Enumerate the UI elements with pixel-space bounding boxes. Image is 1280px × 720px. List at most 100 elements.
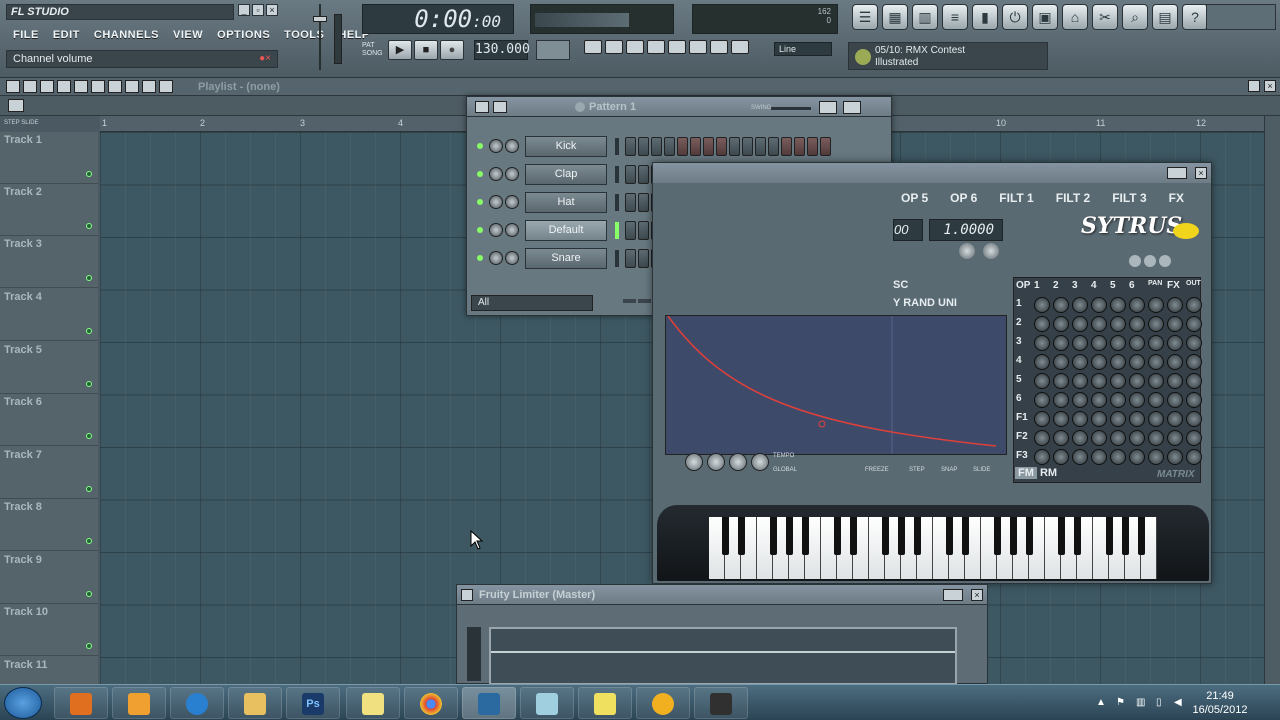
draw-tool-icon[interactable] [6, 80, 20, 93]
sequencer-menu-icon[interactable] [493, 101, 507, 113]
matrix-knob[interactable] [1091, 392, 1107, 408]
plugin-nav-arrows[interactable] [943, 589, 963, 601]
step-button[interactable] [638, 249, 649, 268]
track-header[interactable]: Track 9 [0, 552, 98, 604]
matrix-knob[interactable] [1148, 297, 1164, 313]
envelope-editor[interactable] [665, 315, 1007, 455]
taskbar-sticky-notes[interactable] [578, 687, 632, 719]
channel-volume-knob[interactable] [505, 139, 519, 153]
taskbar-photoshop[interactable]: Ps [286, 687, 340, 719]
step-button[interactable] [625, 165, 636, 184]
plugin-nav-arrows[interactable] [1167, 167, 1187, 179]
matrix-knob[interactable] [1148, 430, 1164, 446]
matrix-knob[interactable] [1034, 392, 1050, 408]
volume-knob[interactable] [959, 243, 975, 259]
matrix-knob[interactable] [1072, 297, 1088, 313]
matrix-knob[interactable] [1072, 430, 1088, 446]
matrix-knob[interactable] [1110, 430, 1126, 446]
black-key[interactable] [913, 517, 921, 555]
black-key[interactable] [721, 517, 729, 555]
matrix-knob[interactable] [1072, 392, 1088, 408]
matrix-knob[interactable] [1091, 335, 1107, 351]
system-clock[interactable]: 21:49 16/05/2012 [1190, 689, 1250, 717]
matrix-knob[interactable] [1034, 354, 1050, 370]
slide-toggle[interactable]: SLIDE [973, 467, 990, 473]
black-key[interactable] [1009, 517, 1017, 555]
restore-button[interactable]: ▫ [252, 4, 264, 16]
channel-pan-knob[interactable] [489, 195, 503, 209]
matrix-knob[interactable] [1129, 297, 1145, 313]
step-buttons[interactable] [625, 137, 831, 156]
matrix-knob[interactable] [1129, 316, 1145, 332]
playlist-icon[interactable]: ☰ [852, 4, 878, 30]
matrix-knob[interactable] [1129, 430, 1145, 446]
news-panel[interactable]: 05/10: RMX Contest Illustrated [848, 42, 1048, 70]
cut-icon[interactable]: ✂ [1092, 4, 1118, 30]
black-key[interactable] [961, 517, 969, 555]
track-header[interactable]: Track 10 [0, 604, 98, 656]
track-header[interactable]: Track 8 [0, 499, 98, 551]
step-slide-toggle[interactable]: STEP SLIDE [0, 116, 100, 132]
taskbar-chrome[interactable] [404, 687, 458, 719]
matrix-knob[interactable] [1091, 297, 1107, 313]
channel-volume-knob[interactable] [505, 223, 519, 237]
matrix-knob[interactable] [1053, 392, 1069, 408]
track-header[interactable]: Track 5 [0, 342, 98, 394]
track-header[interactable]: Track 4 [0, 289, 98, 341]
matrix-knob[interactable] [1167, 354, 1183, 370]
matrix-knob[interactable] [1072, 316, 1088, 332]
matrix-knob[interactable] [1091, 411, 1107, 427]
piano-roll-icon[interactable]: ▥ [912, 4, 938, 30]
matrix-knob[interactable] [1053, 430, 1069, 446]
matrix-knob[interactable] [1167, 297, 1183, 313]
tab-op6[interactable]: OP 6 [942, 189, 985, 207]
rand-uni-labels[interactable]: Y RAND UNI [893, 297, 957, 309]
black-key[interactable] [833, 517, 841, 555]
slip-tool-icon[interactable] [74, 80, 88, 93]
power-tray-icon[interactable]: ▯ [1156, 697, 1168, 709]
search-icon[interactable]: ⌕ [1122, 4, 1148, 30]
playlist-scrollbar[interactable] [1264, 116, 1280, 684]
sytrus-close-button[interactable]: × [1195, 167, 1207, 179]
tab-filt3[interactable]: FILT 3 [1104, 189, 1154, 207]
song-time-display[interactable]: 0:00:00 [362, 4, 514, 34]
tray-expand-icon[interactable]: ▲ [1096, 697, 1108, 709]
limiter-close-button[interactable]: × [971, 589, 983, 601]
document-icon[interactable]: ▤ [1152, 4, 1178, 30]
matrix-knob[interactable] [1110, 354, 1126, 370]
play-pattern-icon[interactable] [8, 99, 24, 112]
channel-filter-select[interactable]: All [471, 295, 593, 311]
step-button[interactable] [716, 137, 727, 156]
matrix-knob[interactable] [1053, 316, 1069, 332]
step-button[interactable] [638, 193, 649, 212]
matrix-knob[interactable] [1148, 316, 1164, 332]
matrix-knob[interactable] [1072, 373, 1088, 389]
matrix-knob[interactable] [1110, 373, 1126, 389]
black-key[interactable] [881, 517, 889, 555]
black-key[interactable] [785, 517, 793, 555]
matrix-knob[interactable] [1072, 411, 1088, 427]
track-header[interactable]: Track 2 [0, 184, 98, 236]
channel-select[interactable] [615, 194, 619, 211]
paint-tool-icon[interactable] [23, 80, 37, 93]
matrix-knob[interactable] [1129, 392, 1145, 408]
matrix-knob[interactable] [1148, 373, 1164, 389]
matrix-knob[interactable] [1110, 411, 1126, 427]
black-key[interactable] [769, 517, 777, 555]
matrix-knob[interactable] [1034, 316, 1050, 332]
play-button[interactable]: ▶ [388, 40, 412, 60]
step-sequencer-titlebar[interactable]: Pattern 1 SWING [467, 97, 891, 117]
track-mute-icon[interactable] [86, 643, 92, 649]
matrix-knob[interactable] [1186, 316, 1202, 332]
limiter-titlebar[interactable]: Fruity Limiter (Master) × [457, 585, 987, 605]
matrix-knob[interactable] [1186, 335, 1202, 351]
track-mute-icon[interactable] [86, 328, 92, 334]
limiter-side-buttons[interactable] [467, 627, 481, 681]
countdown-icon[interactable] [626, 40, 644, 54]
master-pitch-slider[interactable] [334, 14, 342, 64]
playlist-close-button[interactable]: × [1264, 80, 1276, 92]
sytrus-value-display[interactable]: 1.0000 [929, 219, 1003, 241]
step-button[interactable] [638, 137, 649, 156]
track-mute-icon[interactable] [86, 591, 92, 597]
save-icon[interactable]: ▣ [1032, 4, 1058, 30]
